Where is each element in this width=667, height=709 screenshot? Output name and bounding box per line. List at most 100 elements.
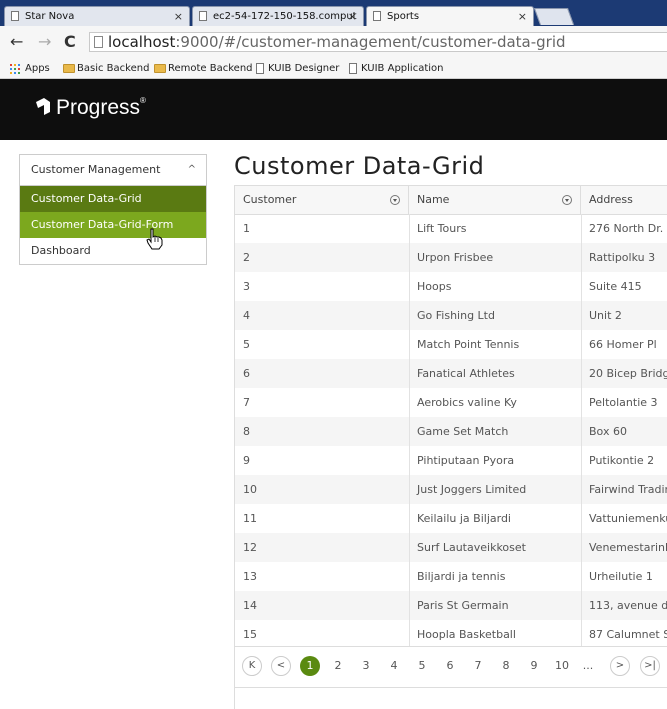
bookmark-remote-backend[interactable]: Remote Backend [152, 62, 253, 76]
close-icon[interactable]: × [174, 7, 183, 26]
grid-pager: K < 1 2 3 4 5 6 7 8 9 10 ... > >| [235, 646, 667, 688]
table-row[interactable]: 4 Go Fishing Ltd Unit 2 [235, 301, 667, 330]
cell-name: Lift Tours [417, 222, 467, 235]
progress-logo[interactable]: Progress® [33, 96, 146, 120]
sidebar-item-customer-data-grid[interactable]: Customer Data-Grid [20, 186, 206, 212]
cell-name: Go Fishing Ltd [417, 309, 495, 322]
cell-customer: 7 [243, 396, 250, 409]
page-icon [349, 63, 357, 74]
bookmark-basic-backend[interactable]: Basic Backend [61, 62, 149, 76]
table-row[interactable]: 11 Keilailu ja Biljardi Vattuniemenkuja [235, 504, 667, 533]
bookmark-kuib-designer[interactable]: KUIB Designer [252, 62, 339, 76]
sidebar-nav: Customer Management ^ Customer Data-Grid… [19, 154, 207, 265]
page-number[interactable]: 4 [384, 656, 404, 676]
cell-name: Paris St Germain [417, 599, 509, 612]
browser-tab-sports[interactable]: Sports × [366, 6, 534, 26]
filter-icon[interactable] [390, 195, 400, 205]
table-row[interactable]: 5 Match Point Tennis 66 Homer Pl [235, 330, 667, 359]
page-number[interactable]: 10 [552, 656, 572, 676]
table-row[interactable]: 10 Just Joggers Limited Fairwind Trading [235, 475, 667, 504]
page-number[interactable]: 8 [496, 656, 516, 676]
column-header-name[interactable]: Name [409, 186, 581, 214]
cell-customer: 10 [243, 483, 257, 496]
page-icon [199, 11, 207, 21]
cell-customer: 9 [243, 454, 250, 467]
forward-icon[interactable]: → [38, 32, 51, 51]
close-icon[interactable]: × [348, 7, 357, 26]
prev-page-button[interactable]: < [271, 656, 291, 676]
cell-name: Keilailu ja Biljardi [417, 512, 511, 525]
cell-address: Venemestarinkatu [589, 541, 667, 554]
cell-name: Biljardi ja tennis [417, 570, 506, 583]
column-header-label: Customer [243, 193, 297, 206]
page-number[interactable]: 2 [328, 656, 348, 676]
bookmark-kuib-application[interactable]: KUIB Application [345, 62, 443, 76]
table-row[interactable]: 6 Fanatical Athletes 20 Bicep Bridge [235, 359, 667, 388]
page-number[interactable]: 9 [524, 656, 544, 676]
cell-address: Peltolantie 3 [589, 396, 658, 409]
cell-name: Urpon Frisbee [417, 251, 494, 264]
new-tab-button[interactable] [533, 8, 575, 25]
bookmark-label: Remote Backend [168, 63, 253, 74]
table-row[interactable]: 9 Pihtiputaan Pyora Putikontie 2 [235, 446, 667, 475]
app-header: Progress® [0, 79, 667, 140]
table-row[interactable]: 3 Hoops Suite 415 [235, 272, 667, 301]
url-host: localhost [108, 33, 176, 51]
chevron-up-icon: ^ [187, 164, 196, 175]
next-page-button[interactable]: > [610, 656, 630, 676]
page-number[interactable]: 3 [356, 656, 376, 676]
page-number[interactable]: 7 [468, 656, 488, 676]
url-path: :9000/#/customer-management/customer-dat… [175, 33, 566, 51]
table-row[interactable]: 15 Hoopla Basketball 87 Calumnet St [235, 620, 667, 649]
cell-customer: 15 [243, 628, 257, 641]
sidebar-group-customer-management[interactable]: Customer Management ^ [20, 155, 206, 186]
cell-name: Hoopla Basketball [417, 628, 516, 641]
page-icon [11, 11, 19, 21]
table-row[interactable]: 12 Surf Lautaveikkoset Venemestarinkatu [235, 533, 667, 562]
column-header-label: Name [417, 193, 450, 206]
column-header-customer[interactable]: Customer [235, 186, 409, 214]
table-row[interactable]: 2 Urpon Frisbee Rattipolku 3 [235, 243, 667, 272]
last-page-button[interactable]: >| [640, 656, 660, 676]
table-row[interactable]: 1 Lift Tours 276 North Dr. [235, 214, 667, 243]
sidebar-item-dashboard[interactable]: Dashboard [20, 238, 206, 264]
page-title: Customer Data-Grid [234, 152, 485, 180]
bookmark-label: Basic Backend [77, 63, 150, 74]
table-row[interactable]: 7 Aerobics valine Ky Peltolantie 3 [235, 388, 667, 417]
cell-address: 20 Bicep Bridge [589, 367, 667, 380]
address-bar[interactable]: localhost:9000/#/customer-management/cus… [89, 32, 667, 52]
cell-name: Aerobics valine Ky [417, 396, 517, 409]
bookmark-label: KUIB Designer [268, 63, 340, 74]
column-header-address[interactable]: Address [581, 186, 667, 214]
reload-icon[interactable]: C [64, 32, 76, 51]
cell-name: Game Set Match [417, 425, 509, 438]
first-page-button[interactable]: K [242, 656, 262, 676]
close-icon[interactable]: × [518, 7, 527, 26]
cell-address: 276 North Dr. [589, 222, 664, 235]
page-number[interactable]: 1 [300, 656, 320, 676]
page-number[interactable]: 5 [412, 656, 432, 676]
browser-tab-star-nova[interactable]: Star Nova × [4, 6, 190, 26]
grid-header: Customer Name Address [235, 186, 667, 215]
more-pages[interactable]: ... [578, 656, 598, 676]
browser-tab-bar: Star Nova × ec2-54-172-150-158.comput × … [0, 0, 667, 26]
sidebar-item-label: Customer Data-Grid [31, 192, 142, 205]
cell-name: Just Joggers Limited [417, 483, 527, 496]
browser-tab-ec2[interactable]: ec2-54-172-150-158.comput × [192, 6, 364, 26]
cell-customer: 3 [243, 280, 250, 293]
cell-customer: 11 [243, 512, 257, 525]
back-icon[interactable]: ← [10, 32, 23, 51]
folder-icon [63, 64, 75, 73]
table-row[interactable]: 13 Biljardi ja tennis Urheilutie 1 [235, 562, 667, 591]
filter-icon[interactable] [562, 195, 572, 205]
cell-name: Pihtiputaan Pyora [417, 454, 515, 467]
logo-text: Progress [56, 96, 141, 119]
table-row[interactable]: 14 Paris St Germain 113, avenue du [235, 591, 667, 620]
page-icon [94, 36, 103, 48]
table-row[interactable]: 8 Game Set Match Box 60 [235, 417, 667, 446]
page-icon [373, 11, 381, 21]
bookmark-apps[interactable]: Apps [9, 62, 50, 76]
cell-address: Suite 415 [589, 280, 642, 293]
sidebar-item-customer-data-grid-form[interactable]: Customer Data-Grid-Form [20, 212, 206, 238]
page-number[interactable]: 6 [440, 656, 460, 676]
